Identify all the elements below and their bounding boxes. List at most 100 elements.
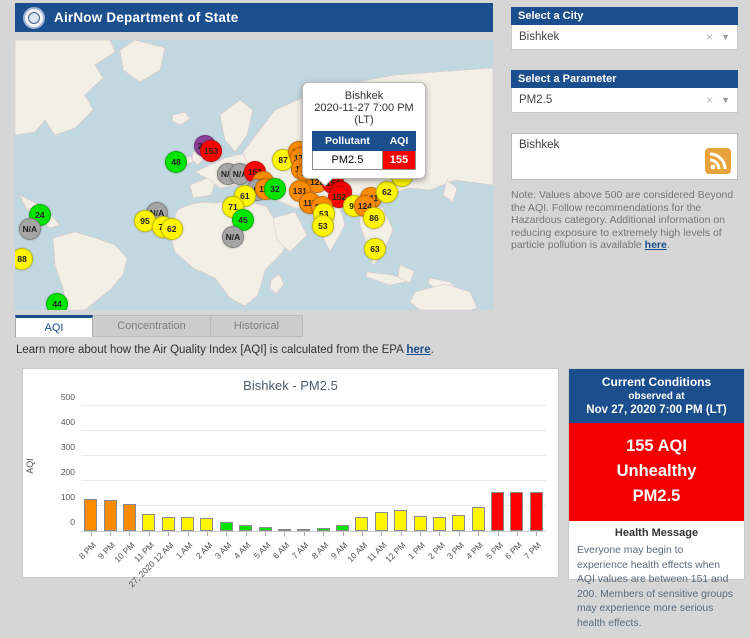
dos-seal-icon: [23, 6, 45, 29]
x-tick: [361, 532, 363, 536]
chart-bar[interactable]: [316, 528, 330, 531]
health-message-title: Health Message: [614, 527, 699, 539]
note-here-link[interactable]: here: [645, 239, 667, 251]
learn-more-after: .: [430, 344, 434, 356]
map-marker-na[interactable]: N/A: [18, 218, 41, 240]
tab-historical[interactable]: Historical: [211, 315, 303, 337]
chart-bar[interactable]: [491, 491, 505, 531]
map-marker-aqi[interactable]: 63: [363, 237, 386, 260]
chart-plot-area: 0 100 200 300 400 500 8 PM 9 PM 10 PM 11 PM 27, 20…: [61, 392, 546, 589]
chart-bar[interactable]: [297, 528, 311, 531]
x-tick: [168, 532, 170, 536]
chart-bar[interactable]: [471, 506, 485, 531]
chart-bar[interactable]: [84, 499, 98, 531]
y-tick-label: 300: [60, 442, 75, 452]
city-select-value: Bishkek: [519, 31, 560, 43]
world-map[interactable]: 24N/A884448N/A957062271153N/AN/A15184N/A…: [15, 40, 493, 310]
tooltip-table: Pollutant AQI PM2.5 155: [312, 131, 417, 170]
chart-bar[interactable]: [374, 512, 388, 531]
map-marker-aqi[interactable]: 53: [311, 215, 334, 238]
conditions-title: Current Conditions: [601, 375, 712, 389]
chart-bar[interactable]: [394, 509, 408, 531]
x-tick: [497, 532, 499, 536]
y-tick-label: 200: [60, 467, 75, 477]
map-marker-aqi[interactable]: 44: [46, 293, 69, 310]
tooltip-timezone: (LT): [354, 114, 374, 126]
chart-bar[interactable]: [413, 516, 427, 531]
x-tick: [129, 532, 131, 536]
x-tick: [148, 532, 150, 536]
gridline: [81, 405, 546, 406]
map-marker-aqi[interactable]: 48: [165, 151, 188, 174]
tooltip-datetime: 2020-11-27 7:00 PM: [314, 102, 414, 114]
tooltip-col-aqi: AQI: [381, 131, 417, 151]
x-tick: [110, 532, 112, 536]
y-tick-label: 400: [60, 417, 75, 427]
city-feed-box: Bishkek: [511, 133, 738, 180]
clear-icon[interactable]: ×: [706, 30, 713, 44]
city-select[interactable]: Bishkek × ▼: [511, 25, 738, 50]
y-tick-label: 100: [60, 492, 75, 502]
chart-bar[interactable]: [122, 504, 136, 531]
chart-bar[interactable]: [103, 500, 117, 531]
tab-aqi[interactable]: AQI: [15, 315, 93, 337]
map-marker-aqi[interactable]: 86: [362, 206, 385, 229]
chart-bar[interactable]: [181, 517, 195, 531]
x-tick: [90, 532, 92, 536]
tooltip-city: Bishkek: [344, 90, 384, 102]
chevron-down-icon[interactable]: ▼: [721, 95, 730, 105]
x-tick: [400, 532, 402, 536]
learn-more-here-link[interactable]: here: [406, 344, 430, 356]
chart-bar[interactable]: [432, 517, 446, 531]
conditions-category: Unhealthy: [616, 462, 697, 480]
map-marker-aqi[interactable]: 153: [199, 139, 222, 162]
chart-bar[interactable]: [529, 492, 543, 531]
chart-bar[interactable]: [258, 527, 272, 531]
note-text: Note: Values above 500 are considered Be…: [511, 189, 734, 252]
tab-concentration[interactable]: Concentration: [93, 315, 211, 337]
aqi-chart-panel: Bishkek - PM2.5 AQI 0 100 200 300 400 500 8 PM…: [22, 368, 559, 589]
app-header: AirNow Department of State: [15, 3, 493, 32]
sidebar: Select a City Bishkek × ▼ Select a Param…: [511, 0, 738, 252]
app-title: AirNow Department of State: [54, 10, 239, 25]
chevron-down-icon[interactable]: ▼: [721, 32, 730, 42]
conditions-pollutant: PM2.5: [632, 487, 681, 505]
tooltip-col-pollutant: Pollutant: [312, 131, 383, 151]
x-tick: [303, 532, 305, 536]
x-tick: [245, 532, 247, 536]
clear-icon[interactable]: ×: [706, 93, 713, 107]
map-marker-aqi[interactable]: 62: [160, 218, 183, 240]
parameter-select[interactable]: PM2.5 × ▼: [511, 88, 738, 113]
chart-bar[interactable]: [219, 521, 233, 531]
chart-bar[interactable]: [200, 518, 214, 531]
chart-bar[interactable]: [239, 524, 253, 531]
chart-bar[interactable]: [277, 529, 291, 531]
chart-bar[interactable]: [142, 514, 156, 531]
map-marker-aqi[interactable]: 32: [264, 178, 287, 201]
health-message-text: Everyone may begin to experience health …: [577, 545, 733, 629]
conditions-aqi-block: 155 AQI Unhealthy PM2.5: [569, 423, 744, 521]
x-tick: [284, 532, 286, 536]
x-tick: [381, 532, 383, 536]
aqi-note: Note: Values above 500 are considered Be…: [511, 189, 738, 252]
conditions-observed-at: observed at: [628, 391, 685, 402]
learn-more-before: Learn more about how the Air Quality Ind…: [16, 344, 407, 356]
current-conditions-panel: Current Conditions observed at Nov 27, 2…: [568, 368, 745, 629]
note-text-end: .: [666, 239, 670, 252]
health-message: Health Message Everyone may begin to exp…: [569, 521, 744, 638]
chart-bar[interactable]: [452, 514, 466, 531]
chart-bar[interactable]: [336, 524, 350, 531]
rss-icon[interactable]: [705, 148, 731, 174]
chart-bar[interactable]: [161, 517, 175, 531]
chart-bar[interactable]: [510, 492, 524, 531]
map-marker-na[interactable]: N/A: [221, 226, 244, 249]
select-parameter-header: Select a Parameter: [511, 70, 738, 88]
x-tick: [265, 532, 267, 536]
y-axis-label: AQI: [25, 458, 35, 474]
conditions-header: Current Conditions observed at Nov 27, 2…: [569, 369, 744, 423]
map-tooltip: Bishkek 2020-11-27 7:00 PM (LT) Pollutan…: [302, 82, 426, 179]
x-tick: [516, 532, 518, 536]
parameter-select-value: PM2.5: [519, 94, 553, 106]
conditions-datetime: Nov 27, 2020 7:00 PM (LT): [586, 404, 727, 416]
chart-bar[interactable]: [355, 517, 369, 531]
